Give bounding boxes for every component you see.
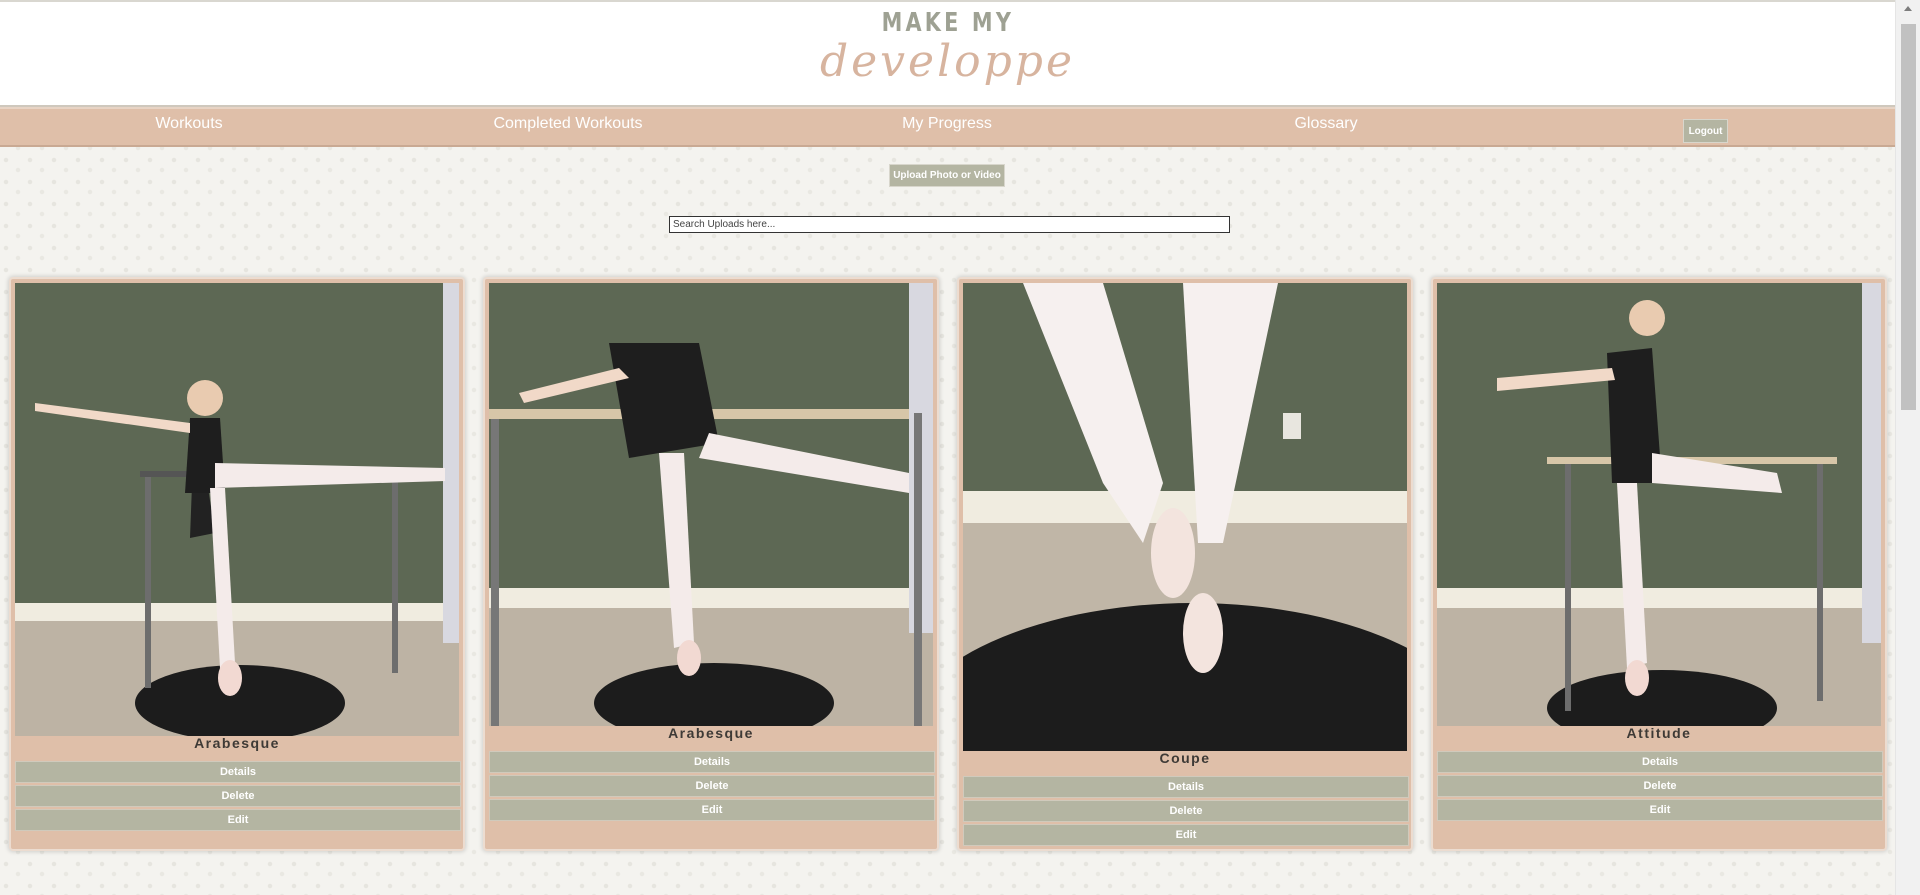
upload-card: Attitude Details Delete Edit <box>1431 277 1887 851</box>
details-button[interactable]: Details <box>1437 751 1883 773</box>
details-button[interactable]: Details <box>963 776 1409 798</box>
search-input[interactable] <box>669 216 1230 233</box>
edit-button[interactable]: Edit <box>963 824 1409 846</box>
card-title: Arabesque <box>668 725 754 741</box>
main-nav: Workouts Completed Workouts My Progress … <box>0 107 1895 147</box>
nav-glossary[interactable]: Glossary <box>1196 115 1456 133</box>
edit-button[interactable]: Edit <box>1437 799 1883 821</box>
card-title: Arabesque <box>194 735 280 751</box>
vertical-scrollbar[interactable] <box>1895 0 1920 895</box>
nav-workouts[interactable]: Workouts <box>59 115 319 133</box>
delete-button[interactable]: Delete <box>1437 775 1883 797</box>
site-header: MAKE MY developpe <box>0 2 1895 107</box>
dancer-attitude-photo[interactable] <box>1437 283 1881 726</box>
upload-card: Coupe Details Delete Edit <box>957 277 1413 851</box>
logo-text-top: MAKE MY <box>881 8 1014 38</box>
upload-button[interactable]: Upload Photo or Video <box>889 164 1005 187</box>
upload-card: Arabesque Details Delete Edit <box>483 277 939 851</box>
logout-button[interactable]: Logout <box>1683 119 1728 143</box>
nav-my-progress[interactable]: My Progress <box>817 115 1077 133</box>
delete-button[interactable]: Delete <box>15 785 461 807</box>
details-button[interactable]: Details <box>489 751 935 773</box>
details-button[interactable]: Details <box>15 761 461 783</box>
delete-button[interactable]: Delete <box>489 775 935 797</box>
card-title: Coupe <box>1159 750 1211 766</box>
pointe-shoes-coupe-photo[interactable] <box>963 283 1407 751</box>
scrollbar-thumb[interactable] <box>1901 24 1916 410</box>
scroll-up-arrow-icon[interactable] <box>1904 6 1912 11</box>
card-title: Attitude <box>1626 725 1692 741</box>
edit-button[interactable]: Edit <box>489 799 935 821</box>
logo-text-bottom: developpe <box>819 36 1076 87</box>
dancer-arabesque-photo[interactable] <box>15 283 459 736</box>
upload-card: Arabesque Details Delete Edit <box>9 277 465 851</box>
edit-button[interactable]: Edit <box>15 809 461 831</box>
nav-completed-workouts[interactable]: Completed Workouts <box>438 115 698 133</box>
delete-button[interactable]: Delete <box>963 800 1409 822</box>
dancer-arabesque-photo[interactable] <box>489 283 933 726</box>
